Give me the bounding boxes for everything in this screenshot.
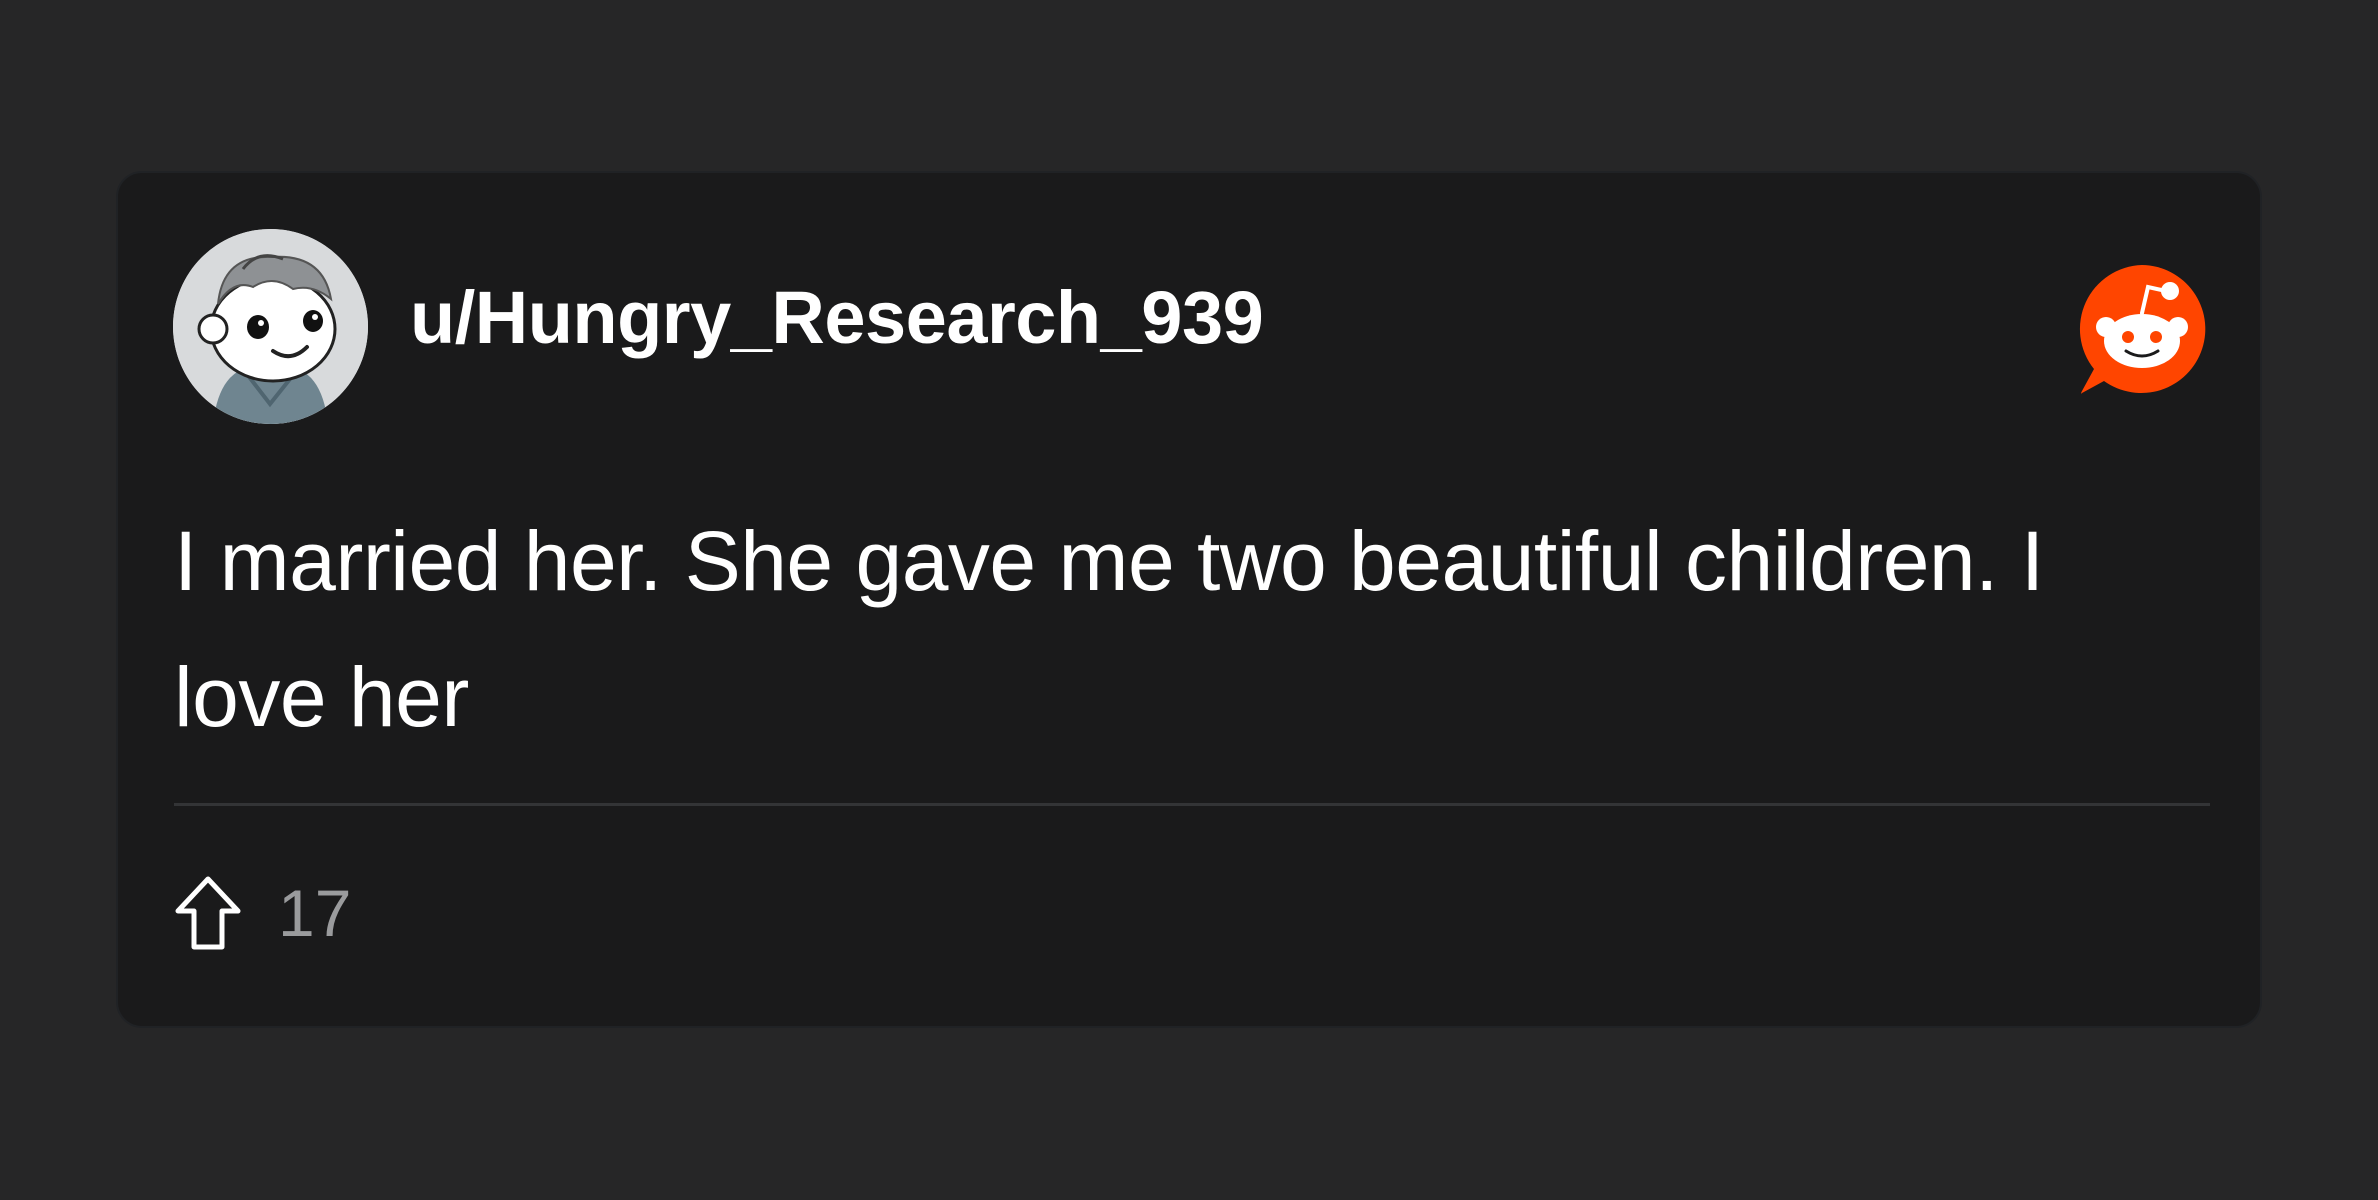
post-username[interactable]: u/Hungry_Research_939 (410, 281, 1264, 355)
upvote-count: 17 (278, 876, 352, 950)
user-avatar[interactable] (173, 229, 368, 424)
post-body-text: I married her. She gave me two beautiful… (174, 514, 2044, 744)
reddit-logo-icon (2074, 261, 2210, 397)
snoo-avatar-icon (173, 229, 368, 424)
divider (174, 803, 2210, 806)
upvote-arrow-icon[interactable] (174, 875, 242, 951)
vote-row: 17 (174, 873, 351, 953)
reddit-comment-card: u/Hungry_Research_939 I married her. She… (116, 171, 2262, 1028)
